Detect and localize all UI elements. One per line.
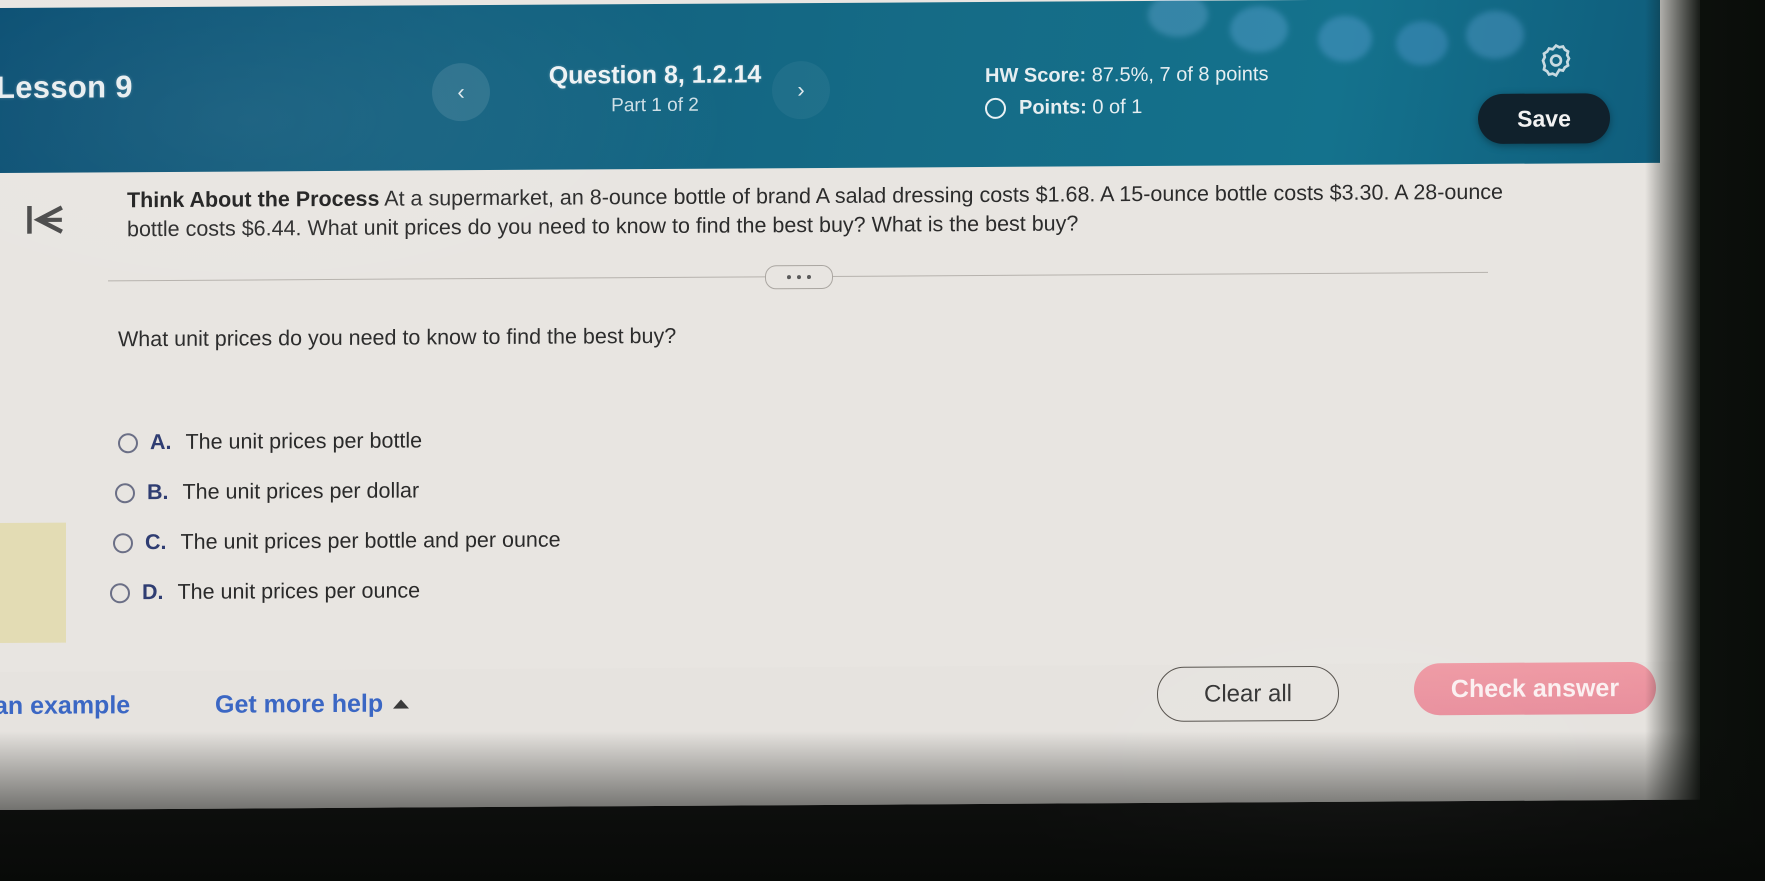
get-more-help-button[interactable]: Get more help — [215, 689, 410, 720]
question-header-bar: Lesson 9 ‹ › Question 8, 1.2.14 Part 1 o… — [0, 0, 1660, 173]
question-part: Part 1 of 2 — [611, 94, 699, 117]
hw-score-label: HW Score: — [985, 64, 1087, 87]
previous-question-button[interactable]: ‹ — [432, 63, 490, 122]
problem-statement-lead: Think About the Process — [127, 186, 380, 213]
get-more-help-label: Get more help — [215, 689, 384, 719]
answer-option-d[interactable]: D. The unit prices per ounce — [110, 578, 420, 605]
bokeh-light — [1318, 15, 1372, 62]
radio-button-d[interactable] — [110, 582, 130, 603]
question-content-area: Think About the Process At a supermarket… — [0, 162, 1700, 673]
problem-statement: Think About the Process At a supermarket… — [127, 178, 1547, 245]
clear-all-button[interactable]: Clear all — [1157, 665, 1339, 722]
photographed-screen: Lesson 9 ‹ › Question 8, 1.2.14 Part 1 o… — [0, 0, 1765, 881]
section-divider — [108, 264, 1488, 290]
gear-icon[interactable] — [1537, 41, 1575, 79]
dot-icon — [807, 275, 811, 280]
save-button[interactable]: Save — [1478, 93, 1610, 144]
screen-surface: Lesson 9 ‹ › Question 8, 1.2.14 Part 1 o… — [0, 0, 1700, 810]
option-letter-d: D. — [142, 580, 164, 605]
points-row: Points: 0 of 1 — [985, 96, 1142, 120]
question-number: Question 8, 1.2.14 — [548, 60, 762, 90]
points-label: Points: — [1019, 96, 1087, 119]
check-answer-button[interactable]: Check answer — [1414, 661, 1656, 716]
bokeh-light — [1466, 10, 1524, 60]
hw-score-value: 87.5%, 7 of 8 points — [1091, 63, 1269, 87]
dot-icon — [787, 275, 791, 280]
radio-button-a[interactable] — [118, 432, 138, 453]
sub-question-text: What unit prices do you need to know to … — [118, 323, 677, 352]
points-status-circle-icon — [985, 97, 1006, 119]
option-text-a: The unit prices per bottle — [185, 428, 423, 454]
radio-button-c[interactable] — [113, 532, 133, 553]
answer-option-a[interactable]: A. The unit prices per bottle — [118, 428, 422, 455]
dot-icon — [797, 275, 801, 280]
bokeh-light — [1230, 6, 1288, 53]
option-letter-a: A. — [150, 429, 172, 455]
option-text-d: The unit prices per ounce — [177, 578, 421, 604]
points-value: 0 of 1 — [1092, 96, 1143, 119]
bokeh-light — [1396, 21, 1448, 66]
lesson-title: Lesson 9 — [0, 69, 133, 106]
caret-up-icon — [393, 699, 410, 709]
question-footer-bar: an example Get more help Clear all Check… — [0, 661, 1700, 810]
option-letter-b: B. — [147, 479, 169, 505]
answer-option-c[interactable]: C. The unit prices per bottle and per ou… — [113, 528, 561, 556]
bokeh-light — [1148, 0, 1208, 37]
more-options-ellipsis-button[interactable] — [765, 264, 833, 290]
answer-option-b[interactable]: B. The unit prices per dollar — [115, 478, 419, 505]
left-edge-accent — [0, 522, 66, 643]
hw-score: HW Score: 87.5%, 7 of 8 points — [985, 63, 1268, 88]
option-letter-c: C. — [145, 529, 167, 555]
view-example-link[interactable]: an example — [0, 691, 130, 721]
option-text-b: The unit prices per dollar — [182, 478, 420, 504]
option-text-c: The unit prices per bottle and per ounce — [180, 527, 561, 554]
radio-button-b[interactable] — [115, 482, 135, 503]
back-to-start-icon[interactable] — [22, 199, 74, 241]
